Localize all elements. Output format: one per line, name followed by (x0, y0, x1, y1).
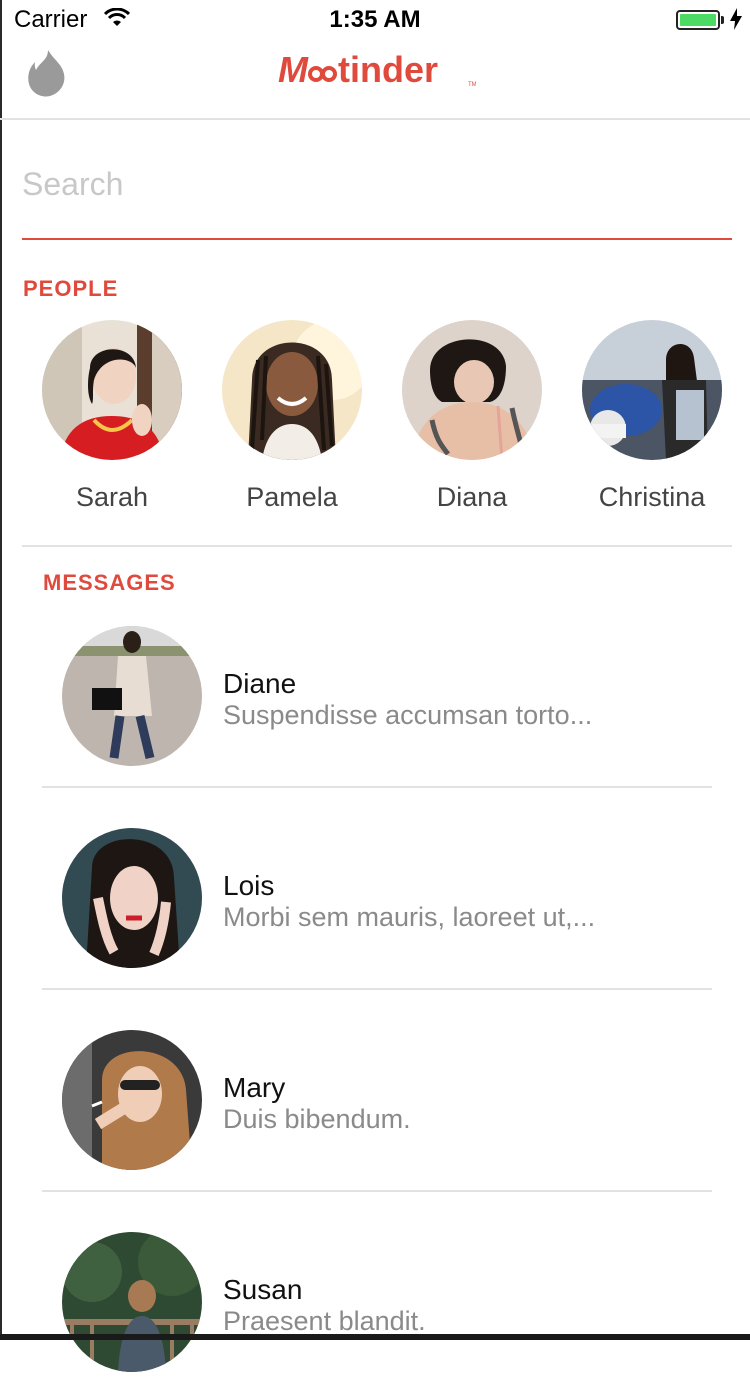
message-sender: Mary (223, 1072, 286, 1103)
battery-icon (676, 10, 720, 30)
nav-bar: M tinder TM (0, 40, 750, 120)
flame-icon[interactable] (26, 48, 66, 103)
message-row-lois[interactable]: Lois Morbi sem mauris, laoreet ut,... (42, 788, 712, 990)
message-row-susan[interactable]: Susan Praesent blandit. (42, 1192, 712, 1394)
status-bar: Carrier 1:35 AM (0, 0, 750, 40)
avatar (62, 828, 202, 968)
avatar (582, 320, 722, 460)
person-name: Pamela (246, 482, 338, 512)
person-name: Sarah (75, 482, 149, 512)
person-christina[interactable]: Christina (562, 320, 742, 513)
avatar (62, 626, 202, 766)
battery-tip (721, 16, 724, 24)
person-diana[interactable]: Diana (382, 320, 562, 513)
message-sender: Lois (223, 870, 275, 901)
message-row-diane[interactable]: Diane Suspendisse accumsan torto... (42, 586, 712, 788)
message-preview: Suspendisse accumsan torto... (223, 700, 593, 730)
person-name: Diana (436, 482, 508, 512)
avatar (402, 320, 542, 460)
avatar (42, 320, 182, 460)
message-row-mary[interactable]: Mary Duis bibendum. (42, 990, 712, 1192)
person-name: Christina (598, 482, 706, 512)
search-input[interactable] (22, 160, 732, 203)
message-preview: Duis bibendum. (223, 1104, 411, 1134)
svg-text:M: M (278, 49, 309, 90)
screen-edge-bottom (0, 1334, 750, 1340)
svg-text:TM: TM (468, 82, 476, 88)
people-section-title: PEOPLE (23, 276, 119, 301)
screen-edge (0, 0, 2, 1340)
avatar (222, 320, 362, 460)
message-sender: Susan (223, 1274, 303, 1305)
avatar (62, 1030, 202, 1170)
person-sarah[interactable]: Sarah (22, 320, 202, 513)
people-list: Sarah Pamela Diana Christina (22, 320, 742, 520)
clock: 1:35 AM (329, 6, 421, 33)
message-preview: Morbi sem mauris, laoreet ut,... (223, 902, 596, 932)
avatar (62, 1232, 202, 1372)
search-bar (22, 160, 732, 240)
message-preview: Praesent blandit. (223, 1306, 426, 1336)
meetinder-logo: M tinder TM (276, 44, 477, 97)
section-divider (22, 545, 732, 547)
message-sender: Diane (223, 668, 297, 699)
svg-text:tinder: tinder (338, 49, 438, 90)
person-pamela[interactable]: Pamela (202, 320, 382, 513)
charging-icon (730, 8, 742, 35)
